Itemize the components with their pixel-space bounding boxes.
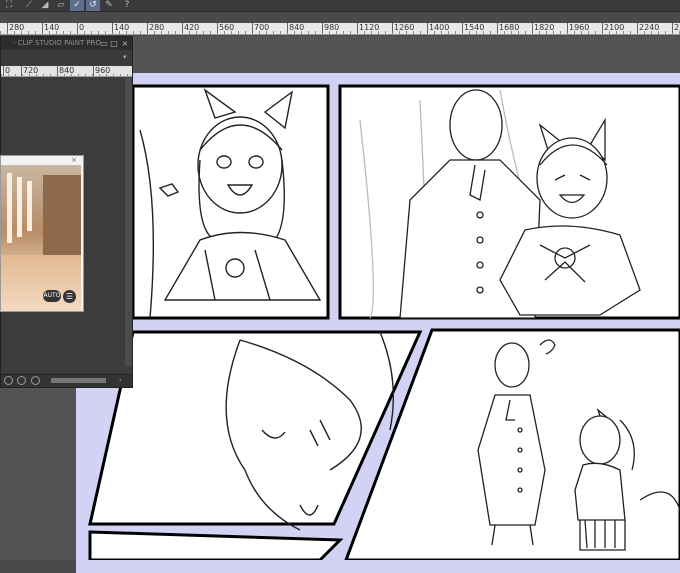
help-icon[interactable]: ? [120,0,134,11]
ruler-label: 700 [252,23,270,33]
vertical-scrollbar[interactable] [125,77,132,367]
navigator-ruler-label: 840 [57,66,75,76]
ruler-label: 1680 [497,23,520,33]
panel-5 [88,530,344,560]
navigator-ruler-label: 720 [21,66,39,76]
snap-icon[interactable]: ⟋ [22,0,36,11]
chevron-right-icon[interactable]: › [119,376,122,384]
ruler-label: 1540 [462,23,485,33]
ruler-label: 280 [147,23,165,33]
ruler-label: 1260 [392,23,415,33]
pen-icon[interactable]: ↺ [86,0,100,11]
ruler-label: 1400 [427,23,450,33]
ruler-label: 560 [217,23,235,33]
ruler-label: 1120 [357,23,380,33]
horizontal-ruler: 280 140 0 140 280 420 560 700 840 980 1120 1260 1400… [0,23,680,35]
maximize-icon[interactable]: □ [109,37,119,50]
reference-preview[interactable]: × AUTO ☰ [0,155,84,312]
navigator-controls: › [1,374,132,387]
ruler-label: 840 [287,23,305,33]
zoom-slider[interactable] [51,378,106,383]
snap-special-icon[interactable]: ▱ [54,0,68,11]
rotate-left-icon[interactable] [4,376,13,385]
window-toolbar: ▾ [1,51,132,65]
ruler-label: 140 [42,23,60,33]
rotate-right-icon[interactable] [17,376,26,385]
navigator-ruler: 0 720 840 960 [1,66,132,77]
window-title-bar[interactable]: - CLIP STUDIO PAINT PRO ▭ □ × [1,37,132,50]
reset-icon[interactable] [31,376,40,385]
toolbar: ⛶ ⟋ ◢ ▱ ✓ ↺ ✎ ? [0,0,680,12]
snap-grid-icon[interactable]: ◢ [38,0,52,11]
window-title: - CLIP STUDIO PAINT PRO [13,39,102,47]
navigator-ruler-label: 0 [3,66,11,76]
ruler-label: 140 [112,23,130,33]
ruler-label: 1820 [532,23,555,33]
ruler-label: 1960 [567,23,590,33]
edit-icon[interactable]: ✎ [102,0,116,11]
ruler-label: 0 [77,23,85,33]
menu-icon[interactable]: ☰ [63,290,76,303]
chevron-down-icon[interactable]: ▾ [123,53,127,61]
ruler-label: 238 [672,23,680,33]
ruler-label: 2100 [602,23,625,33]
close-icon[interactable]: × [120,37,130,50]
snap-ruler-icon[interactable]: ✓ [70,0,84,11]
ruler-label: 280 [7,23,25,33]
close-icon[interactable]: × [71,156,77,165]
ruler-label: 2240 [637,23,660,33]
navigator-ruler-label: 960 [93,66,111,76]
minimize-icon[interactable]: ▭ [99,37,109,50]
ruler-label: 980 [322,23,340,33]
ruler-label: 420 [182,23,200,33]
auto-button[interactable]: AUTO [43,290,61,302]
frame-icon[interactable]: ⛶ [2,0,16,11]
